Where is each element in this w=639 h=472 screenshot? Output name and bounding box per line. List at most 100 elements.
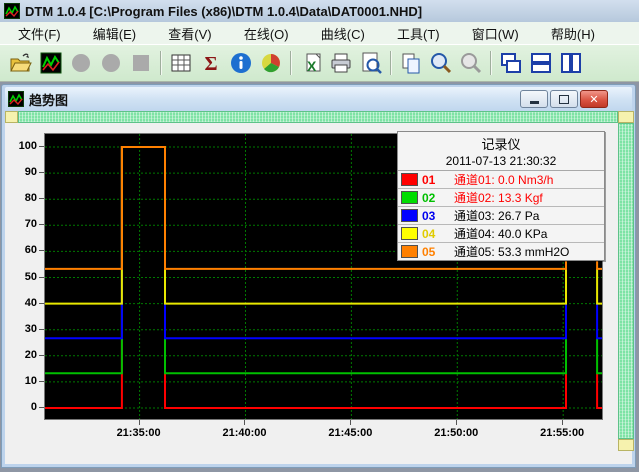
right-scrollbar[interactable] bbox=[618, 123, 634, 439]
data-table-icon bbox=[169, 51, 193, 75]
channel-id: 04 bbox=[422, 227, 442, 241]
legend-channel-row[interactable]: 02 通道02: 13.3 Kgf bbox=[398, 189, 604, 207]
legend-title: 记录仪 bbox=[398, 132, 604, 154]
copy-button[interactable] bbox=[398, 50, 424, 76]
restore-button[interactable] bbox=[550, 90, 578, 108]
menu-bar: 文件(F) 编辑(E) 查看(V) 在线(O) 曲线(C) 工具(T) 窗口(W) 帮助(H) bbox=[0, 22, 639, 44]
y-axis-label: 20 bbox=[7, 349, 37, 361]
data-table-button[interactable] bbox=[168, 50, 194, 76]
export-excel-button[interactable]: X bbox=[298, 50, 324, 76]
x-axis-tick bbox=[562, 420, 563, 425]
y-axis-label: 70 bbox=[7, 218, 37, 230]
child-titlebar[interactable]: 趋势图 ✕ bbox=[5, 87, 632, 111]
channel-value-text: 通道03: 26.7 Pa bbox=[454, 207, 539, 224]
top-scrollbar[interactable] bbox=[18, 111, 618, 123]
x-axis-tick bbox=[350, 420, 351, 425]
restore-icon bbox=[559, 95, 569, 104]
menu-item[interactable]: 查看(V) bbox=[164, 23, 215, 44]
svg-text:X: X bbox=[307, 58, 317, 74]
y-axis-tick bbox=[39, 381, 44, 382]
menu-item[interactable]: 帮助(H) bbox=[547, 23, 599, 44]
x-axis-tick bbox=[244, 420, 245, 425]
legend-channel-row[interactable]: 04 通道04: 40.0 KPa bbox=[398, 225, 604, 243]
y-axis-label: 90 bbox=[7, 166, 37, 178]
pause-disabled-button bbox=[98, 50, 124, 76]
channel-id: 05 bbox=[422, 245, 442, 259]
channel-value-text: 通道05: 53.3 mmH2O bbox=[454, 243, 569, 260]
series-通道03 bbox=[597, 304, 602, 339]
copy-icon bbox=[399, 51, 423, 75]
scroll-down-button[interactable] bbox=[618, 439, 634, 451]
main-titlebar[interactable]: DTM 1.0.4 [C:\Program Files (x86)\DTM 1.… bbox=[0, 0, 639, 23]
legend-channel-row[interactable]: 01通道01: 0.0 Nm3/h bbox=[398, 171, 604, 189]
channel-color-swatch bbox=[401, 245, 418, 258]
chart-client-area: 记录仪 2011-07-13 21:30:32 01通道01: 0.0 Nm3/… bbox=[5, 111, 632, 464]
menu-item[interactable]: 编辑(E) bbox=[89, 23, 140, 44]
x-axis-tick bbox=[139, 420, 140, 425]
y-axis-label: 30 bbox=[7, 323, 37, 335]
channel-color-swatch bbox=[401, 227, 418, 240]
pie-chart-icon bbox=[259, 51, 283, 75]
child-window-title: 趋势图 bbox=[29, 90, 68, 109]
print-button[interactable] bbox=[328, 50, 354, 76]
print-preview-button[interactable] bbox=[358, 50, 384, 76]
x-axis-label: 21:55:00 bbox=[529, 427, 595, 439]
window-title: DTM 1.0.4 [C:\Program Files (x86)\DTM 1.… bbox=[25, 4, 422, 19]
trend-chart-button[interactable] bbox=[38, 50, 64, 76]
zoom-out-disabled-icon bbox=[459, 51, 483, 75]
legend-channel-row[interactable]: 03 通道03: 26.7 Pa bbox=[398, 207, 604, 225]
child-trend-icon bbox=[8, 91, 24, 107]
mdi-workspace: 趋势图 ✕ bbox=[0, 82, 639, 472]
channel-value-text: 通道02: 13.3 Kgf bbox=[454, 189, 543, 206]
menu-item[interactable]: 窗口(W) bbox=[468, 23, 523, 44]
tile-horizontal-icon bbox=[529, 51, 553, 75]
svg-text:Σ: Σ bbox=[204, 53, 217, 75]
stop-disabled-icon bbox=[129, 51, 153, 75]
export-excel-icon: X bbox=[299, 51, 323, 75]
y-axis-tick bbox=[39, 407, 44, 408]
legend-channel-row[interactable]: 05 通道05: 53.3 mmH2O bbox=[398, 243, 604, 260]
menu-item[interactable]: 在线(O) bbox=[240, 23, 293, 44]
legend-timestamp: 2011-07-13 21:30:32 bbox=[398, 154, 604, 171]
y-axis-tick bbox=[39, 146, 44, 147]
cascade-windows-icon bbox=[499, 51, 523, 75]
menu-item[interactable]: 曲线(C) bbox=[317, 23, 369, 44]
channel-id: 02 bbox=[422, 191, 442, 205]
zoom-in-button[interactable] bbox=[428, 50, 454, 76]
scroll-up-button[interactable] bbox=[618, 111, 634, 123]
x-axis-label: 21:50:00 bbox=[423, 427, 489, 439]
channel-value-text: 通道01: 0.0 Nm3/h bbox=[454, 171, 553, 188]
close-button[interactable]: ✕ bbox=[580, 90, 608, 108]
channel-value-text: 通道04: 40.0 KPa bbox=[454, 225, 547, 242]
y-axis-tick bbox=[39, 329, 44, 330]
y-axis-tick bbox=[39, 277, 44, 278]
y-axis-tick bbox=[39, 250, 44, 251]
open-file-button[interactable] bbox=[8, 50, 34, 76]
tile-vertical-button[interactable] bbox=[558, 50, 584, 76]
menu-item[interactable]: 文件(F) bbox=[14, 23, 65, 44]
tile-vertical-icon bbox=[559, 51, 583, 75]
x-axis-label: 21:35:00 bbox=[106, 427, 172, 439]
y-axis-tick bbox=[39, 303, 44, 304]
stop-disabled-button bbox=[128, 50, 154, 76]
print-icon bbox=[329, 51, 353, 75]
legend-box[interactable]: 记录仪 2011-07-13 21:30:32 01通道01: 0.0 Nm3/… bbox=[397, 131, 605, 261]
app-trend-icon bbox=[4, 3, 20, 19]
pause-disabled-icon bbox=[99, 51, 123, 75]
info-button[interactable] bbox=[228, 50, 254, 76]
trend-chart-window[interactable]: 趋势图 ✕ bbox=[1, 84, 636, 468]
y-axis-tick bbox=[39, 172, 44, 173]
y-axis-tick bbox=[39, 198, 44, 199]
minimize-button[interactable] bbox=[520, 90, 548, 108]
cascade-windows-button[interactable] bbox=[498, 50, 524, 76]
print-preview-icon bbox=[359, 51, 383, 75]
menu-item[interactable]: 工具(T) bbox=[393, 23, 444, 44]
channel-color-swatch bbox=[401, 209, 418, 222]
zoom-in-icon bbox=[429, 51, 453, 75]
sum-button[interactable]: Σ bbox=[198, 50, 224, 76]
y-axis-tick bbox=[39, 224, 44, 225]
channel-id: 03 bbox=[422, 209, 442, 223]
scroll-left-button[interactable] bbox=[5, 111, 18, 123]
pie-chart-button[interactable] bbox=[258, 50, 284, 76]
tile-horizontal-button[interactable] bbox=[528, 50, 554, 76]
